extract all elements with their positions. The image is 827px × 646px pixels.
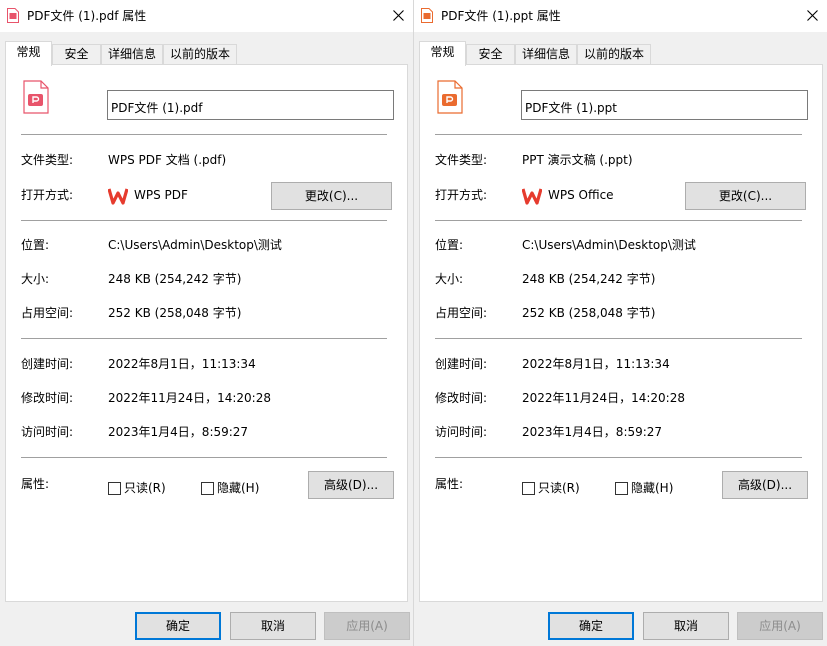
- divider: [21, 134, 387, 135]
- apply-button[interactable]: 应用(A): [324, 612, 410, 640]
- ok-button[interactable]: 确定: [548, 612, 634, 640]
- accessed-label: 访问时间:: [21, 425, 74, 439]
- tab-general[interactable]: 常规: [5, 41, 52, 66]
- title-bar: PDF文件 (1).ppt 属性: [414, 0, 827, 32]
- open-with-app: WPS Office: [548, 188, 614, 202]
- divider: [21, 220, 387, 221]
- checkbox-box[interactable]: [615, 481, 628, 495]
- accessed-value: 2023年1月4日，8:59:27: [108, 425, 249, 439]
- size-value: 248 KB (254,242 字节): [108, 272, 242, 286]
- size-on-disk-label: 占用空间:: [435, 306, 488, 320]
- location-label: 位置:: [435, 238, 464, 252]
- location-value: C:\Users\Admin\Desktop\测试: [108, 238, 282, 252]
- cancel-button[interactable]: 取消: [230, 612, 316, 640]
- created-label: 创建时间:: [21, 357, 74, 371]
- filename-field[interactable]: [107, 90, 394, 120]
- close-button[interactable]: [383, 0, 413, 30]
- hidden-label: 隐藏(H): [631, 481, 674, 495]
- properties-dialog-ppt: PDF文件 (1).ppt 属性 常规 安全 详细信息 以前的版本 文件类型: …: [413, 0, 827, 646]
- created-value: 2022年8月1日，11:13:34: [522, 357, 670, 371]
- size-value: 248 KB (254,242 字节): [522, 272, 656, 286]
- wps-logo-icon: [108, 188, 128, 205]
- file-type-label: 文件类型:: [21, 153, 74, 167]
- attributes-label: 属性:: [21, 477, 50, 491]
- file-type-value: WPS PDF 文档 (.pdf): [108, 153, 227, 167]
- size-on-disk-label: 占用空间:: [21, 306, 74, 320]
- window-title: PDF文件 (1).pdf 属性: [27, 9, 147, 23]
- tab-security[interactable]: 安全: [466, 44, 515, 65]
- size-label: 大小:: [435, 272, 464, 286]
- properties-dialog-pdf: PDF文件 (1).pdf 属性 常规 安全 详细信息 以前的版本 文件类型: …: [0, 0, 413, 646]
- divider: [21, 457, 387, 458]
- checkbox-box[interactable]: [201, 481, 214, 495]
- close-icon: [392, 9, 404, 21]
- general-panel: 文件类型: WPS PDF 文档 (.pdf) 打开方式: WPS PDF 更改…: [5, 64, 408, 602]
- window-title: PDF文件 (1).ppt 属性: [441, 9, 561, 23]
- tab-details[interactable]: 详细信息: [515, 44, 577, 65]
- open-with-label: 打开方式:: [435, 188, 488, 202]
- divider: [435, 134, 802, 135]
- accessed-label: 访问时间:: [435, 425, 488, 439]
- checkbox-box[interactable]: [522, 481, 535, 495]
- advanced-button[interactable]: 高级(D)...: [308, 471, 394, 499]
- filename-field[interactable]: [521, 90, 808, 120]
- tab-details[interactable]: 详细信息: [101, 44, 163, 65]
- attributes-label: 属性:: [435, 477, 464, 491]
- advanced-button[interactable]: 高级(D)...: [722, 471, 808, 499]
- cancel-button[interactable]: 取消: [643, 612, 729, 640]
- hidden-label: 隐藏(H): [217, 481, 260, 495]
- close-icon: [806, 9, 818, 21]
- modified-label: 修改时间:: [21, 391, 74, 405]
- readonly-checkbox[interactable]: 只读(R): [522, 480, 580, 496]
- close-button[interactable]: [797, 0, 827, 30]
- apply-button[interactable]: 应用(A): [737, 612, 823, 640]
- modified-value: 2022年11月24日，14:20:28: [522, 391, 685, 405]
- tab-previous-versions[interactable]: 以前的版本: [577, 44, 651, 65]
- size-on-disk-value: 252 KB (258,048 字节): [108, 306, 242, 320]
- file-type-label: 文件类型:: [435, 153, 488, 167]
- created-value: 2022年8月1日，11:13:34: [108, 357, 256, 371]
- size-on-disk-value: 252 KB (258,048 字节): [522, 306, 656, 320]
- size-label: 大小:: [21, 272, 50, 286]
- accessed-value: 2023年1月4日，8:59:27: [522, 425, 663, 439]
- ppt-file-icon: [437, 80, 463, 114]
- ok-button[interactable]: 确定: [135, 612, 221, 640]
- change-button[interactable]: 更改(C)...: [271, 182, 392, 210]
- tab-previous-versions[interactable]: 以前的版本: [163, 44, 237, 65]
- hidden-checkbox[interactable]: 隐藏(H): [615, 480, 673, 496]
- divider: [435, 338, 802, 339]
- ppt-file-icon: [421, 8, 433, 23]
- checkbox-box[interactable]: [108, 481, 121, 495]
- general-panel: 文件类型: PPT 演示文稿 (.ppt) 打开方式: WPS Office 更…: [419, 64, 823, 602]
- tab-security[interactable]: 安全: [52, 44, 101, 65]
- pdf-file-icon: [23, 80, 49, 114]
- created-label: 创建时间:: [435, 357, 488, 371]
- wps-logo-icon: [522, 188, 542, 205]
- hidden-checkbox[interactable]: 隐藏(H): [201, 480, 259, 496]
- file-type-value: PPT 演示文稿 (.ppt): [522, 153, 633, 167]
- location-value: C:\Users\Admin\Desktop\测试: [522, 238, 696, 252]
- readonly-label: 只读(R): [124, 481, 166, 495]
- location-label: 位置:: [21, 238, 50, 252]
- change-button[interactable]: 更改(C)...: [685, 182, 806, 210]
- open-with-app: WPS PDF: [134, 188, 188, 202]
- tab-general[interactable]: 常规: [419, 41, 466, 66]
- modified-value: 2022年11月24日，14:20:28: [108, 391, 271, 405]
- divider: [21, 338, 387, 339]
- divider: [435, 220, 802, 221]
- readonly-label: 只读(R): [538, 481, 580, 495]
- modified-label: 修改时间:: [435, 391, 488, 405]
- open-with-label: 打开方式:: [21, 188, 74, 202]
- pdf-file-icon: [7, 8, 19, 23]
- title-bar: PDF文件 (1).pdf 属性: [0, 0, 413, 32]
- readonly-checkbox[interactable]: 只读(R): [108, 480, 166, 496]
- divider: [435, 457, 802, 458]
